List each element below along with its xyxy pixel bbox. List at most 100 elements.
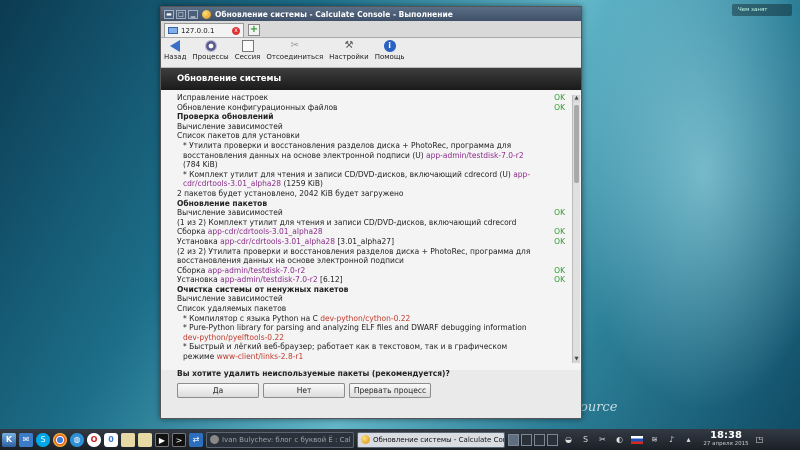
package-name: app-cdr/cdrtools-3.01_alpha28 xyxy=(207,227,323,237)
tray-expand-icon[interactable]: ▴ xyxy=(683,434,694,445)
document-icon xyxy=(241,40,254,52)
log-text: Исправление настроек xyxy=(177,93,269,102)
log-text: Обновление пакетов xyxy=(177,198,268,208)
taskbar-task-blog-label: Ivan Bulychev: блог с буквой Ё : Cal xyxy=(222,435,351,444)
removed-package-name: dev-python/cython-0.22 xyxy=(320,313,411,323)
progress-log: Исправление настроек OK Обновление конфигу… xyxy=(177,93,567,361)
log-row: * Компилятор с языка Python на C dev-pyt… xyxy=(177,314,567,324)
kde-menu-icon[interactable]: K xyxy=(2,432,16,447)
log-row: Вычисление зависимостей xyxy=(177,294,567,304)
scroll-thumb[interactable] xyxy=(574,105,579,183)
log-text: Сборка xyxy=(177,265,208,275)
tab-close-icon[interactable]: x xyxy=(232,26,240,35)
web-browser-icon[interactable]: ◍ xyxy=(70,432,84,447)
mail-icon[interactable]: ✉ xyxy=(19,432,33,447)
desktop-wordmark: ource xyxy=(580,400,618,415)
gear-disc-icon xyxy=(204,40,217,52)
toolbar-help-button[interactable]: i Помощь xyxy=(375,40,405,61)
package-name: app-admin/testdisk-7.0-r2 xyxy=(426,150,524,160)
folder-icon[interactable] xyxy=(121,432,135,447)
new-tab-button[interactable]: + xyxy=(248,24,260,36)
taskbar-task-blog[interactable]: Ivan Bulychev: блог с буквой Ё : Cal xyxy=(206,431,354,448)
toolbar-back-button[interactable]: Назад xyxy=(164,40,186,61)
opera-icon[interactable]: O xyxy=(87,432,101,447)
window-titlebar[interactable]: ▬ □ ▁ Обновление системы - Calculate Con… xyxy=(161,7,581,21)
scroll-down-icon[interactable]: ▼ xyxy=(573,356,580,363)
toolbar-settings-button[interactable]: ⚒ Настройки xyxy=(329,40,369,61)
log-row: Вычисление зависимостей xyxy=(177,122,567,132)
toolbar-help-label: Помощь xyxy=(374,53,405,61)
abort-process-button[interactable]: Прервать процесс xyxy=(349,383,431,398)
main-toolbar: Назад Процессы Сессия ✂ Отсоединиться ⚒ … xyxy=(161,38,581,68)
virtual-desktop-4[interactable] xyxy=(547,433,558,446)
log-row: (1 из 2) Комплект утилит для чтения и за… xyxy=(177,218,567,228)
virtual-desktop-2[interactable] xyxy=(521,433,532,446)
log-text: Список удаляемых пакетов xyxy=(177,304,287,314)
toolbar-disconnect-button[interactable]: ✂ Отсоединиться xyxy=(266,40,323,61)
odnoklassniki-icon[interactable]: 0 xyxy=(104,432,118,447)
log-section-heading: Обновление пакетов xyxy=(177,199,567,209)
network-manager-icon[interactable]: ⇄ xyxy=(189,432,203,447)
log-row: 2 пакетов будет установлено, 2042 KiB бу… xyxy=(177,189,567,199)
tab-host[interactable]: 127.0.0.1 x xyxy=(164,23,244,37)
log-row: Обновление конфигурационных файлов OK xyxy=(177,103,567,113)
media-player-icon[interactable]: ▶ xyxy=(155,432,169,447)
tray-clipboard-icon[interactable]: ✂ xyxy=(597,434,608,445)
log-text: Установка xyxy=(177,236,221,246)
virtual-desktop-3[interactable] xyxy=(534,433,545,446)
scroll-up-icon[interactable]: ▲ xyxy=(573,95,580,102)
taskbar-task-console[interactable]: Обновление системы - Calculate Cons xyxy=(357,431,505,448)
window-title: Обновление системы - Calculate Console -… xyxy=(215,9,453,19)
log-row: Список удаляемых пакетов xyxy=(177,304,567,314)
log-row: * Комплект утилит для чтения и записи CD… xyxy=(177,170,567,189)
window-maximize-button[interactable]: □ xyxy=(176,9,186,19)
wifi-icon[interactable]: ≋ xyxy=(649,434,660,445)
log-row: Вычисление зависимостей OK xyxy=(177,208,567,218)
volume-icon[interactable]: ♪ xyxy=(666,434,677,445)
toolbar-processes-button[interactable]: Процессы xyxy=(192,40,229,61)
package-name: app-cdr/cdrtools-3.01_alpha28 xyxy=(220,236,335,246)
log-text: Обновление конфигурационных файлов xyxy=(177,102,338,112)
log-row: * Pure-Python library for parsing and an… xyxy=(177,323,567,342)
log-section-heading: Проверка обновлений xyxy=(177,112,567,122)
yes-button[interactable]: Да xyxy=(177,383,259,398)
tray-skype-icon[interactable]: S xyxy=(580,434,591,445)
window-minimize-button[interactable]: ▁ xyxy=(188,9,198,19)
log-text: * Pure-Python library for parsing and an… xyxy=(183,323,527,333)
clock[interactable]: 18:38 27 апреля 2015 xyxy=(701,431,751,448)
desktop-notification[interactable]: Чем занят xyxy=(732,4,792,16)
toolbar-back-label: Назад xyxy=(164,53,187,61)
tray-update-icon[interactable]: ◒ xyxy=(563,434,574,445)
terminal-icon[interactable]: > xyxy=(172,432,186,447)
log-text-suffix: (784 KiB) xyxy=(183,160,218,170)
status-ok: OK xyxy=(554,275,565,285)
content-area: Исправление настроек OK Обновление конфигу… xyxy=(161,90,581,370)
log-row: Сборка app-cdr/cdrtools-3.01_alpha28 OK xyxy=(177,227,567,237)
log-section-heading: Очистка системы от ненужных пакетов xyxy=(177,285,567,295)
log-text: Вычисление зависимостей xyxy=(177,121,283,131)
removed-package-name: www-client/links-2.8-r1 xyxy=(216,352,304,361)
log-text-suffix: (1259 KiB) xyxy=(281,179,323,189)
toolbar-settings-label: Настройки xyxy=(329,53,369,61)
virtual-desktop-1[interactable] xyxy=(508,433,519,446)
keyboard-layout-flag-icon[interactable] xyxy=(631,435,643,444)
desktop-toolbox-icon[interactable]: ◳ xyxy=(754,434,765,445)
calculate-app-icon xyxy=(202,9,211,19)
no-button[interactable]: Нет xyxy=(263,383,345,398)
window-menu-button[interactable]: ▬ xyxy=(164,9,174,19)
calculate-window-icon xyxy=(361,435,370,444)
toolbar-session-button[interactable]: Сессия xyxy=(235,40,260,61)
skype-icon[interactable]: S xyxy=(36,432,50,447)
status-ok: OK xyxy=(554,102,565,112)
info-icon: i xyxy=(383,40,396,52)
chrome-icon[interactable] xyxy=(53,432,67,447)
toolbar-disconnect-label: Отсоединиться xyxy=(266,53,324,61)
taskbar: K ✉ S ◍ O 0 ▶ > ⇄ Ivan Bulychev: блог с … xyxy=(0,429,800,450)
status-ok: OK xyxy=(554,236,565,246)
log-text: (1 из 2) Комплект утилит для чтения и за… xyxy=(177,217,517,227)
log-scrollbar[interactable]: ▲ ▼ xyxy=(572,95,580,363)
notes-icon[interactable] xyxy=(138,432,152,447)
tray-sync-icon[interactable]: ◐ xyxy=(614,434,625,445)
taskbar-task-console-label: Обновление системы - Calculate Cons xyxy=(373,435,505,444)
clock-date: 27 апреля 2015 xyxy=(703,441,749,447)
